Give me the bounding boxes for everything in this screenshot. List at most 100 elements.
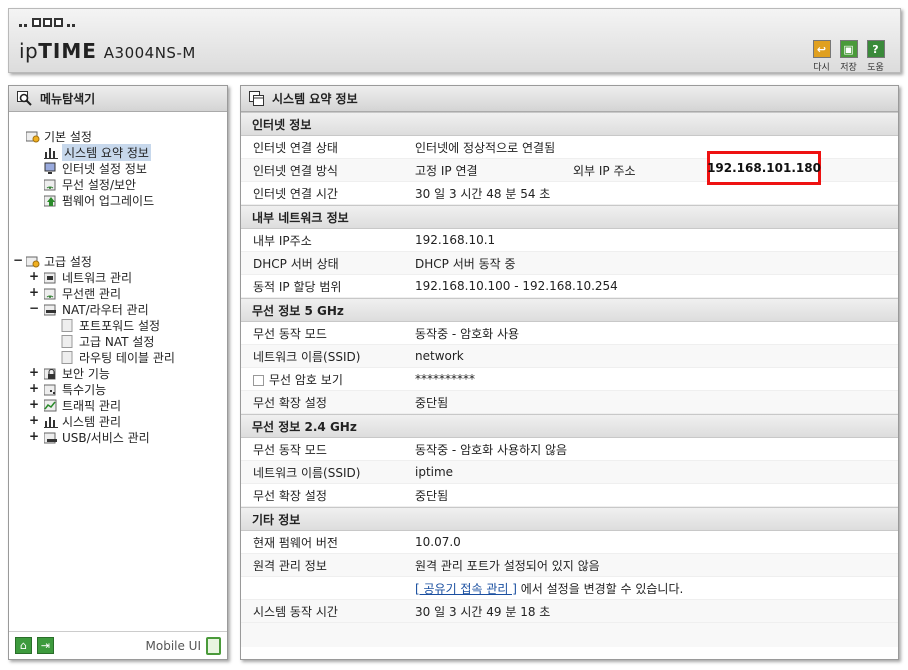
undo-icon: ↩ <box>812 40 831 58</box>
help-icon: ? <box>866 40 885 58</box>
mobile-ui-link[interactable]: Mobile UI <box>146 636 221 655</box>
tree-item-port-forward[interactable]: 포트포워드 설정 <box>61 317 160 333</box>
brand-prefix: ip <box>19 39 39 63</box>
field-value: 동작중 - 암호화 사용하지 않음 <box>415 442 568 457</box>
wifi5-rows: 무선 동작 모드 동작중 - 암호화 사용 네트워크 이름(SSID) netw… <box>241 322 898 414</box>
expand-toggle-usb[interactable]: + <box>29 429 39 443</box>
section-wifi-5ghz: 무선 정보 5 GHz <box>241 298 898 322</box>
tree-item-traffic-management[interactable]: 트래픽 관리 <box>43 397 121 413</box>
row-wifi5-mode: 무선 동작 모드 동작중 - 암호화 사용 <box>241 322 898 345</box>
sidebar-footer: ⌂ ⇥ Mobile UI <box>9 631 227 659</box>
save-label: 저장 <box>840 63 857 73</box>
tree-label: 무선 설정/보안 <box>62 177 137 192</box>
section-lan: 내부 네트워크 정보 <box>241 205 898 229</box>
monitor-icon <box>44 162 58 175</box>
tree-item-wireless-security[interactable]: 무선 설정/보안 <box>43 176 137 192</box>
section-wifi-24ghz: 무선 정보 2.4 GHz <box>241 414 898 438</box>
collapse-toggle-advanced[interactable]: − <box>13 253 23 267</box>
row-remote-link: [ 공유기 접속 관리 ] 에서 설정을 변경할 수 있습니다. <box>241 577 898 600</box>
page-icon <box>61 350 75 364</box>
field-value: 192.168.10.100 - 192.168.10.254 <box>415 279 618 293</box>
internet-rows: 인터넷 연결 상태 인터넷에 정상적으로 연결됨 인터넷 연결 방식 고정 IP… <box>241 136 898 205</box>
tree-item-security[interactable]: 보안 기능 <box>43 365 110 381</box>
tree-label: 고급 설정 <box>44 254 92 269</box>
tree-label: 보안 기능 <box>62 366 110 381</box>
page-title: 시스템 요약 정보 <box>272 92 358 106</box>
system-summary-header: 시스템 요약 정보 <box>241 86 898 112</box>
expand-toggle-traffic[interactable]: + <box>29 397 39 411</box>
expand-toggle-wlan[interactable]: + <box>29 285 39 299</box>
help-button[interactable]: ? 도움 <box>865 40 886 73</box>
tree-item-system-summary[interactable]: 시스템 요약 정보 <box>44 143 151 161</box>
field-label: 인터넷 연결 상태 <box>253 140 338 155</box>
row-remote-management: 원격 관리 정보 원격 관리 포트가 설정되어 있지 않음 <box>241 554 898 577</box>
tree-folder-basic[interactable]: 기본 설정 <box>25 128 92 144</box>
home-icon[interactable]: ⌂ <box>15 637 32 654</box>
tree-item-internet-settings[interactable]: 인터넷 설정 정보 <box>44 160 147 176</box>
field-value: 동작중 - 암호화 사용 <box>415 326 520 341</box>
expand-toggle-network[interactable]: + <box>29 269 39 283</box>
row-wifi24-extension: 무선 확장 설정 중단됨 <box>241 484 898 507</box>
tree-item-usb-service[interactable]: USB/서비스 관리 <box>43 429 150 445</box>
tree-item-system-management[interactable]: 시스템 관리 <box>44 413 121 429</box>
expand-toggle-system[interactable]: + <box>29 413 39 427</box>
undo-label: 다시 <box>813 63 830 73</box>
tree-item-routing-table[interactable]: 라우팅 테이블 관리 <box>61 349 175 365</box>
tree-folder-advanced[interactable]: 고급 설정 <box>25 253 92 269</box>
page-icon <box>61 334 75 348</box>
remote-link-line: [ 공유기 접속 관리 ] 에서 설정을 변경할 수 있습니다. <box>415 580 683 597</box>
field-value: 30 일 3 시간 48 분 54 초 <box>415 186 551 201</box>
tree-item-advanced-nat[interactable]: 고급 NAT 설정 <box>61 333 154 349</box>
row-wifi24-ssid: 네트워크 이름(SSID) iptime <box>241 461 898 484</box>
field-value: DHCP 서버 동작 중 <box>415 256 516 271</box>
system-summary-panel: 시스템 요약 정보 인터넷 정보 인터넷 연결 상태 인터넷에 정상적으로 연결… <box>240 85 899 660</box>
tree-label: 특수기능 <box>62 382 107 397</box>
show-password-toggle[interactable]: 무선 암호 보기 <box>241 371 415 388</box>
tree-item-nat-router[interactable]: NAT/라우터 관리 <box>43 301 149 317</box>
field-label: 인터넷 연결 방식 <box>253 163 338 178</box>
expand-toggle-special[interactable]: + <box>29 381 39 395</box>
menu-explorer-header: 메뉴탐색기 <box>9 86 227 112</box>
collapse-toggle-nat[interactable]: − <box>29 301 39 315</box>
logout-icon[interactable]: ⇥ <box>37 637 54 654</box>
menu-explorer-title: 메뉴탐색기 <box>40 92 96 106</box>
etc-rows: 현재 펌웨어 버전 10.07.0 원격 관리 정보 원격 관리 포트가 설정되… <box>241 531 898 623</box>
wifi-icon <box>43 287 58 300</box>
wifi-icon <box>43 178 58 191</box>
lock-icon <box>43 367 58 380</box>
save-button[interactable]: ▣ 저장 <box>838 40 859 73</box>
field-label: 네트워크 이름(SSID) <box>253 465 361 480</box>
brand-bold: TIME <box>38 39 97 63</box>
menu-explorer-panel: 메뉴탐색기 기본 설정 시스템 요약 정보 인터넷 설정 정보 무선 설정/보안… <box>8 85 228 660</box>
toolbar: ↩ 다시 ▣ 저장 ? 도움 <box>811 40 886 73</box>
field-value: 고정 IP 연결 <box>415 163 478 178</box>
field-value: 중단됨 <box>415 395 449 410</box>
field-label: 무선 확장 설정 <box>253 395 327 410</box>
row-wifi5-ssid: 네트워크 이름(SSID) network <box>241 345 898 368</box>
external-ip-value: 192.168.101.180 <box>707 151 821 185</box>
field-label: DHCP 서버 상태 <box>253 256 339 271</box>
summary-content: 인터넷 정보 인터넷 연결 상태 인터넷에 정상적으로 연결됨 인터넷 연결 방… <box>241 112 898 647</box>
tree-item-firmware-upgrade[interactable]: 펌웨어 업그레이드 <box>43 192 154 208</box>
upgrade-icon <box>43 194 58 207</box>
field-label: 원격 관리 정보 <box>253 558 327 573</box>
router-access-management-link[interactable]: [ 공유기 접속 관리 ] <box>415 582 517 596</box>
show-password-checkbox[interactable] <box>253 374 264 386</box>
help-label: 도움 <box>867 63 884 73</box>
tree-item-network-management[interactable]: 네트워크 관리 <box>43 269 132 285</box>
tree-label: NAT/라우터 관리 <box>62 302 149 317</box>
iptime-logo-mark <box>19 18 75 27</box>
expand-toggle-security[interactable]: + <box>29 365 39 379</box>
row-system-uptime: 시스템 동작 시간 30 일 3 시간 49 분 18 초 <box>241 600 898 623</box>
row-lan-ip: 내부 IP주소 192.168.10.1 <box>241 229 898 252</box>
router-icon <box>43 303 58 316</box>
tree-item-wlan-management[interactable]: 무선랜 관리 <box>43 285 121 301</box>
field-label: 현재 펌웨어 버전 <box>253 535 338 550</box>
undo-button[interactable]: ↩ 다시 <box>811 40 832 73</box>
model-name: A3004NS-M <box>103 44 196 62</box>
tree-label: USB/서비스 관리 <box>62 430 150 445</box>
row-dhcp-status: DHCP 서버 상태 DHCP 서버 동작 중 <box>241 252 898 275</box>
tree-item-special-functions[interactable]: 특수기능 <box>43 381 107 397</box>
page-icon <box>61 318 75 332</box>
field-label: 내부 IP주소 <box>253 233 312 248</box>
